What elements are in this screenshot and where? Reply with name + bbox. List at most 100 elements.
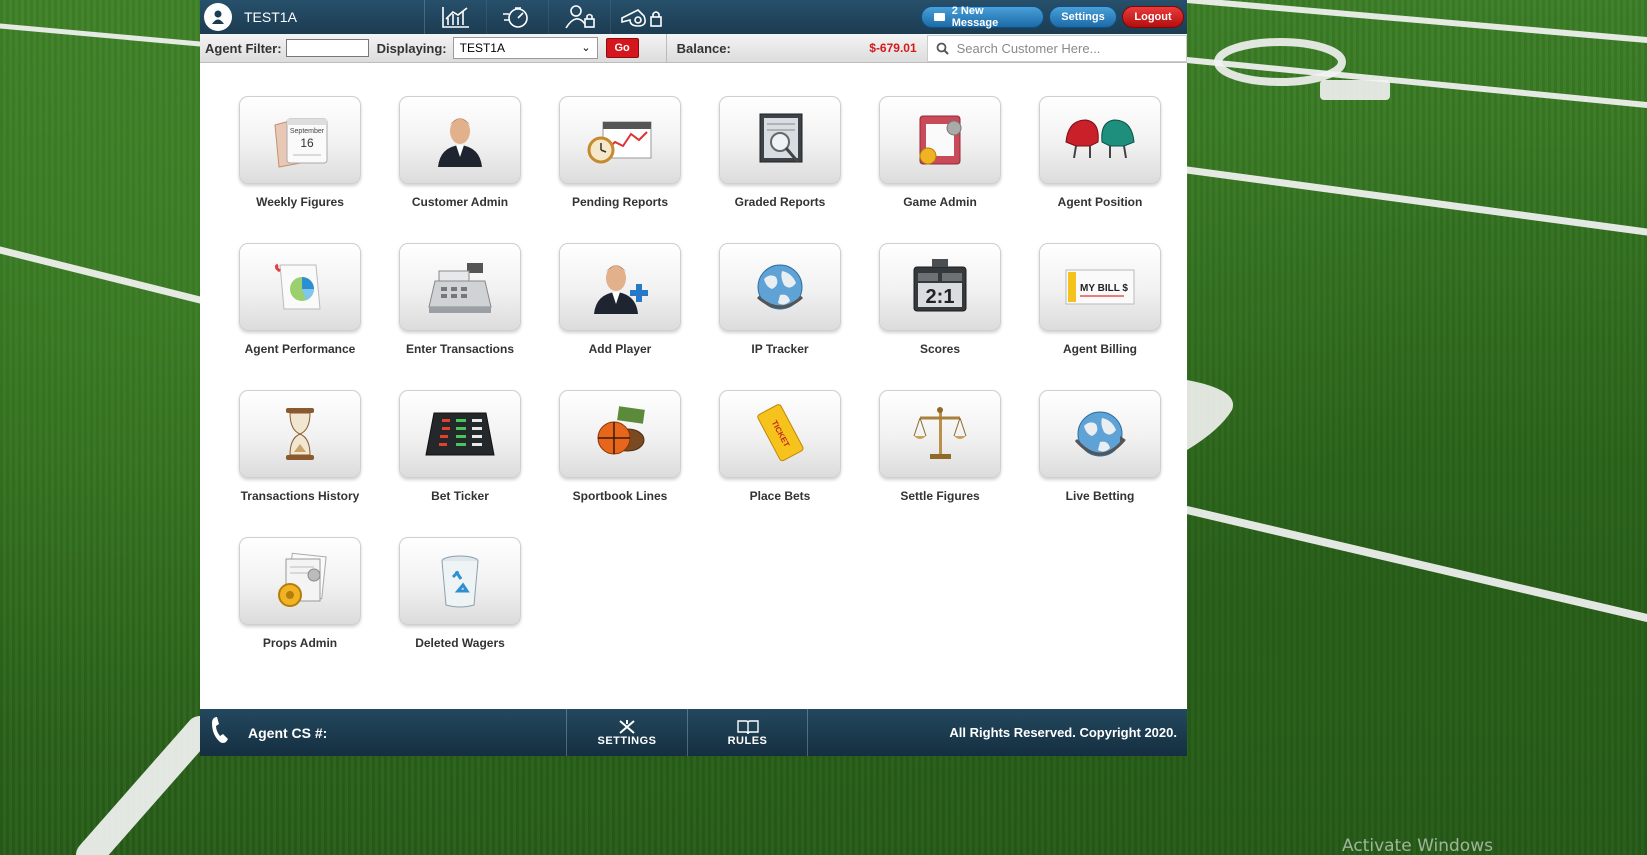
menu-tile-label: Weekly Figures	[256, 195, 344, 209]
menu-tile-graded-reports[interactable]: Graded Reports	[700, 96, 860, 209]
menu-tile-agent-performance[interactable]: Agent Performance	[220, 243, 380, 356]
menu-tile-label: Bet Ticker	[431, 489, 489, 503]
pie-chart-icon	[239, 243, 361, 331]
menu-tile-deleted-wagers[interactable]: Deleted Wagers	[380, 537, 540, 650]
svg-text:MY BILL $: MY BILL $	[1080, 283, 1128, 294]
menu-tile-label: Agent Position	[1057, 195, 1143, 209]
graded-reports-icon	[719, 96, 841, 184]
game-admin-icon	[879, 96, 1001, 184]
menu-tile-label: Pending Reports	[571, 195, 668, 209]
menu-tile-label: Live Betting	[1065, 489, 1135, 503]
displaying-value: TEST1A	[459, 41, 505, 55]
phone-icon	[210, 715, 238, 750]
chevron-down-icon: ⌄	[581, 42, 591, 54]
displaying-label: Displaying:	[376, 40, 447, 56]
add-player-icon	[559, 243, 681, 331]
svg-text:2:1: 2:1	[926, 286, 955, 308]
divider	[665, 33, 667, 63]
agent-dashboard: TEST1A 2 New Message Settings Logout Age…	[200, 0, 1187, 756]
displaying-select[interactable]: TEST1A ⌄	[452, 37, 598, 59]
main-menu-grid: September 16 Weekly Figures Customer Admin P…	[200, 63, 1187, 709]
ticket-icon: TICKET	[719, 390, 841, 478]
menu-tile-agent-position[interactable]: Agent Position	[1020, 96, 1180, 209]
calendar-icon: September 16	[239, 96, 361, 184]
menu-tile-label: Scores	[919, 342, 961, 356]
props-icon	[239, 537, 361, 625]
cash-register-icon	[399, 243, 521, 331]
logout-button[interactable]: Logout	[1122, 6, 1184, 28]
helmets-icon	[1039, 96, 1161, 184]
search-icon	[936, 42, 949, 55]
messages-label: 2 New Message	[951, 5, 999, 29]
envelope-icon	[934, 13, 945, 21]
book-icon	[736, 719, 759, 734]
top-nav-icons	[424, 0, 672, 34]
agent-filter-label: Agent Filter:	[205, 40, 282, 56]
scales-icon	[879, 390, 1001, 478]
menu-tile-customer-admin[interactable]: Customer Admin	[380, 96, 540, 209]
menu-tile-label: Settle Figures	[900, 489, 980, 503]
menu-tile-label: Game Admin	[903, 195, 977, 209]
scoreboard-icon: 2:1	[879, 243, 1001, 331]
username: TEST1A	[244, 9, 297, 25]
balance-label: Balance:	[676, 40, 731, 56]
search-placeholder: Search Customer Here...	[956, 40, 1101, 56]
agent-cs-label: Agent CS #:	[248, 724, 328, 741]
trash-icon	[399, 537, 521, 625]
customer-icon	[399, 96, 521, 184]
menu-tile-live-betting[interactable]: Live Betting	[1020, 390, 1180, 503]
chart-icon[interactable]	[424, 0, 486, 34]
whistle-lock-icon[interactable]	[610, 0, 672, 34]
bill-icon: MY BILL $	[1039, 243, 1161, 331]
menu-tile-agent-billing[interactable]: MY BILL $ Agent Billing	[1020, 243, 1180, 356]
balls-icon	[559, 390, 681, 478]
menu-tile-props-admin[interactable]: Props Admin	[220, 537, 380, 650]
menu-tile-label: Deleted Wagers	[415, 636, 505, 650]
messages-button[interactable]: 2 New Message	[921, 5, 1044, 29]
menu-tile-bet-ticker[interactable]: Bet Ticker	[380, 390, 540, 503]
menu-tile-label: Agent Billing	[1063, 342, 1137, 356]
menu-tile-sportbook-lines[interactable]: Sportbook Lines	[540, 390, 700, 503]
svg-text:16: 16	[300, 136, 314, 150]
go-button[interactable]: Go	[605, 38, 639, 58]
footer-rules-label: RULES	[727, 734, 768, 747]
menu-tile-label: Graded Reports	[734, 195, 826, 209]
menu-tile-scores[interactable]: 2:1 Scores	[860, 243, 1020, 356]
hourglass-icon	[239, 390, 361, 478]
balance-value: $-679.01	[869, 41, 917, 55]
stopwatch-icon[interactable]	[486, 0, 548, 34]
menu-tile-game-admin[interactable]: Game Admin	[860, 96, 1020, 209]
footer-settings-button[interactable]: SETTINGS	[566, 709, 687, 756]
menu-tile-add-player[interactable]: Add Player	[540, 243, 700, 356]
user-lock-icon[interactable]	[548, 0, 610, 34]
menu-tile-pending-reports[interactable]: Pending Reports	[540, 96, 700, 209]
svg-text:September: September	[290, 128, 325, 135]
footer-rules-button[interactable]: RULES	[687, 709, 808, 756]
tools-icon	[619, 719, 635, 734]
menu-tile-ip-tracker[interactable]: IP Tracker	[700, 243, 860, 356]
menu-tile-label: Props Admin	[262, 636, 338, 650]
menu-tile-label: IP Tracker	[751, 342, 809, 356]
menu-tile-transactions-history[interactable]: Transactions History	[220, 390, 380, 503]
top-buttons: 2 New Message Settings Logout	[921, 5, 1184, 29]
menu-tile-place-bets[interactable]: TICKET Place Bets	[700, 390, 860, 503]
menu-tile-weekly-figures[interactable]: September 16 Weekly Figures	[220, 96, 380, 209]
copyright-text: All Rights Reserved. Copyright 2020.	[949, 725, 1177, 740]
settings-button[interactable]: Settings	[1049, 6, 1117, 28]
footer-settings-label: SETTINGS	[597, 734, 657, 747]
menu-tile-settle-figures[interactable]: Settle Figures	[860, 390, 1020, 503]
menu-tile-label: Agent Performance	[244, 342, 356, 356]
agent-filter-input[interactable]	[285, 39, 369, 57]
globe-icon	[719, 243, 841, 331]
menu-tile-enter-transactions[interactable]: Enter Transactions	[380, 243, 540, 356]
windows-activation-watermark: Activate Windows	[1342, 836, 1493, 855]
menu-tile-label: Customer Admin	[411, 195, 509, 209]
pending-reports-icon	[559, 96, 681, 184]
menu-tile-label: Place Bets	[749, 489, 811, 503]
customer-search-input[interactable]: Search Customer Here...	[926, 34, 1187, 62]
menu-tile-label: Sportbook Lines	[572, 489, 668, 503]
footer-bar: Agent CS #: SETTINGS RULES All Rights Re…	[200, 709, 1187, 756]
menu-tile-label: Transactions History	[240, 489, 360, 503]
user-avatar-icon[interactable]	[204, 3, 232, 31]
filter-bar: Agent Filter: Displaying: TEST1A ⌄ Go Ba…	[200, 33, 1187, 63]
